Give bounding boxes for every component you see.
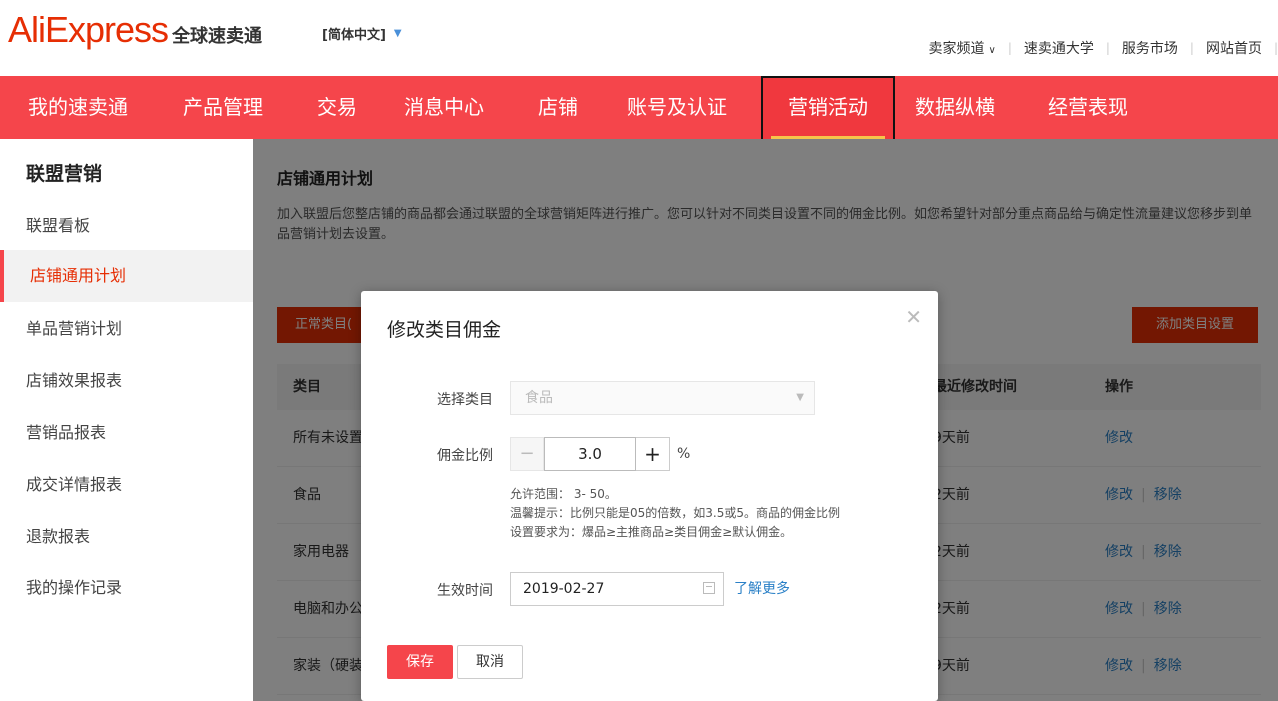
commission-rate-stepper: − 3.0 + xyxy=(510,437,670,471)
sidebar-title: 联盟营销 xyxy=(26,163,103,185)
nav-item-messages[interactable]: 消息中心 xyxy=(404,76,484,139)
chevron-down-icon: ▼ xyxy=(796,392,804,403)
save-button[interactable]: 保存 xyxy=(387,645,453,679)
caret-down-icon: ▼ xyxy=(393,28,402,39)
effective-date-field[interactable]: 2019-02-27 xyxy=(510,572,724,606)
category-select-value: 食品 xyxy=(525,390,553,406)
sidebar-item-product-report[interactable]: 营销品报表 xyxy=(0,407,253,459)
help-tip: 温馨提示：比例只能是05的倍数，如3.5或5。商品的佣金比例 xyxy=(510,506,840,520)
nav-item-my-aliexpress[interactable]: 我的速卖通 xyxy=(28,76,128,139)
help-rule: 设置要求为：爆品≥主推商品≥类目佣金≥默认佣金。 xyxy=(510,525,793,539)
nav-item-marketing[interactable]: 营销活动 xyxy=(761,76,895,139)
aliexpress-logo[interactable]: AliExpress 全球速卖通 xyxy=(8,10,262,50)
logo-text: AliExpress xyxy=(8,9,169,50)
edit-commission-dialog: 修改类目佣金 ✕ 选择类目 食品 ▼ 佣金比例 − 3.0 + % 允许范围： … xyxy=(361,291,938,701)
top-links: 卖家频道 ∨ | 速卖通大学 | 服务市场 | 网站首页 | xyxy=(916,38,1278,58)
dialog-title: 修改类目佣金 xyxy=(387,319,502,341)
seller-channel-link[interactable]: 卖家频道 ∨ xyxy=(916,38,1007,58)
nav-item-orders[interactable]: 交易 xyxy=(317,76,357,139)
effective-date-value: 2019-02-27 xyxy=(523,581,605,597)
main-nav: 我的速卖通 产品管理 交易 消息中心 店铺 账号及认证 营销活动 数据纵横 经营… xyxy=(0,76,1278,139)
nav-item-performance[interactable]: 经营表现 xyxy=(1048,76,1128,139)
sidebar-item-operation-log[interactable]: 我的操作记录 xyxy=(0,562,253,614)
top-header: AliExpress 全球速卖通 [简体中文] ▼ 卖家频道 ∨ | 速卖通大学 … xyxy=(0,0,1278,76)
chevron-down-icon: ∨ xyxy=(988,45,996,56)
language-selector[interactable]: [简体中文] ▼ xyxy=(322,24,402,43)
rate-label: 佣金比例 xyxy=(437,448,493,464)
logo-subtitle: 全球速卖通 xyxy=(172,26,263,47)
nav-item-products[interactable]: 产品管理 xyxy=(183,76,263,139)
commission-rate-input[interactable]: 3.0 xyxy=(544,437,636,471)
learn-more-link[interactable]: 了解更多 xyxy=(734,572,790,606)
sidebar-item-store-report[interactable]: 店铺效果报表 xyxy=(0,355,253,407)
increment-button[interactable]: + xyxy=(636,437,670,471)
nav-item-data[interactable]: 数据纵横 xyxy=(915,76,995,139)
close-icon[interactable]: ✕ xyxy=(905,305,922,329)
sidebar-item-product-plan[interactable]: 单品营销计划 xyxy=(0,303,253,355)
decrement-button[interactable]: − xyxy=(510,437,544,471)
sidebar-item-refund-report[interactable]: 退款报表 xyxy=(0,511,253,563)
seller-channel-label: 卖家频道 xyxy=(928,41,985,57)
divider: | xyxy=(1273,41,1278,55)
sidebar-item-dashboard[interactable]: 联盟看板 xyxy=(0,200,253,252)
nav-item-store[interactable]: 店铺 xyxy=(538,76,578,139)
university-link[interactable]: 速卖通大学 xyxy=(1012,38,1106,58)
homepage-link[interactable]: 网站首页 xyxy=(1194,38,1274,58)
category-select[interactable]: 食品 ▼ xyxy=(510,381,815,415)
sidebar-item-store-plan[interactable]: 店铺通用计划 xyxy=(0,250,253,302)
category-label: 选择类目 xyxy=(437,392,493,408)
sidebar-item-deal-report[interactable]: 成交详情报表 xyxy=(0,459,253,511)
language-label: [简体中文] xyxy=(322,28,386,43)
cancel-button[interactable]: 取消 xyxy=(457,645,523,679)
service-market-link[interactable]: 服务市场 xyxy=(1110,38,1190,58)
effective-date-label: 生效时间 xyxy=(437,583,493,599)
sidebar: 联盟营销 联盟看板 店铺通用计划 单品营销计划 店铺效果报表 营销品报表 成交详… xyxy=(0,139,253,701)
nav-item-account[interactable]: 账号及认证 xyxy=(627,76,727,139)
rate-help-text: 允许范围： 3- 50。 温馨提示：比例只能是05的倍数，如3.5或5。商品的佣… xyxy=(510,485,840,542)
percent-unit: % xyxy=(677,446,691,462)
calendar-icon[interactable] xyxy=(703,582,715,594)
help-range: 允许范围： 3- 50。 xyxy=(510,487,617,501)
